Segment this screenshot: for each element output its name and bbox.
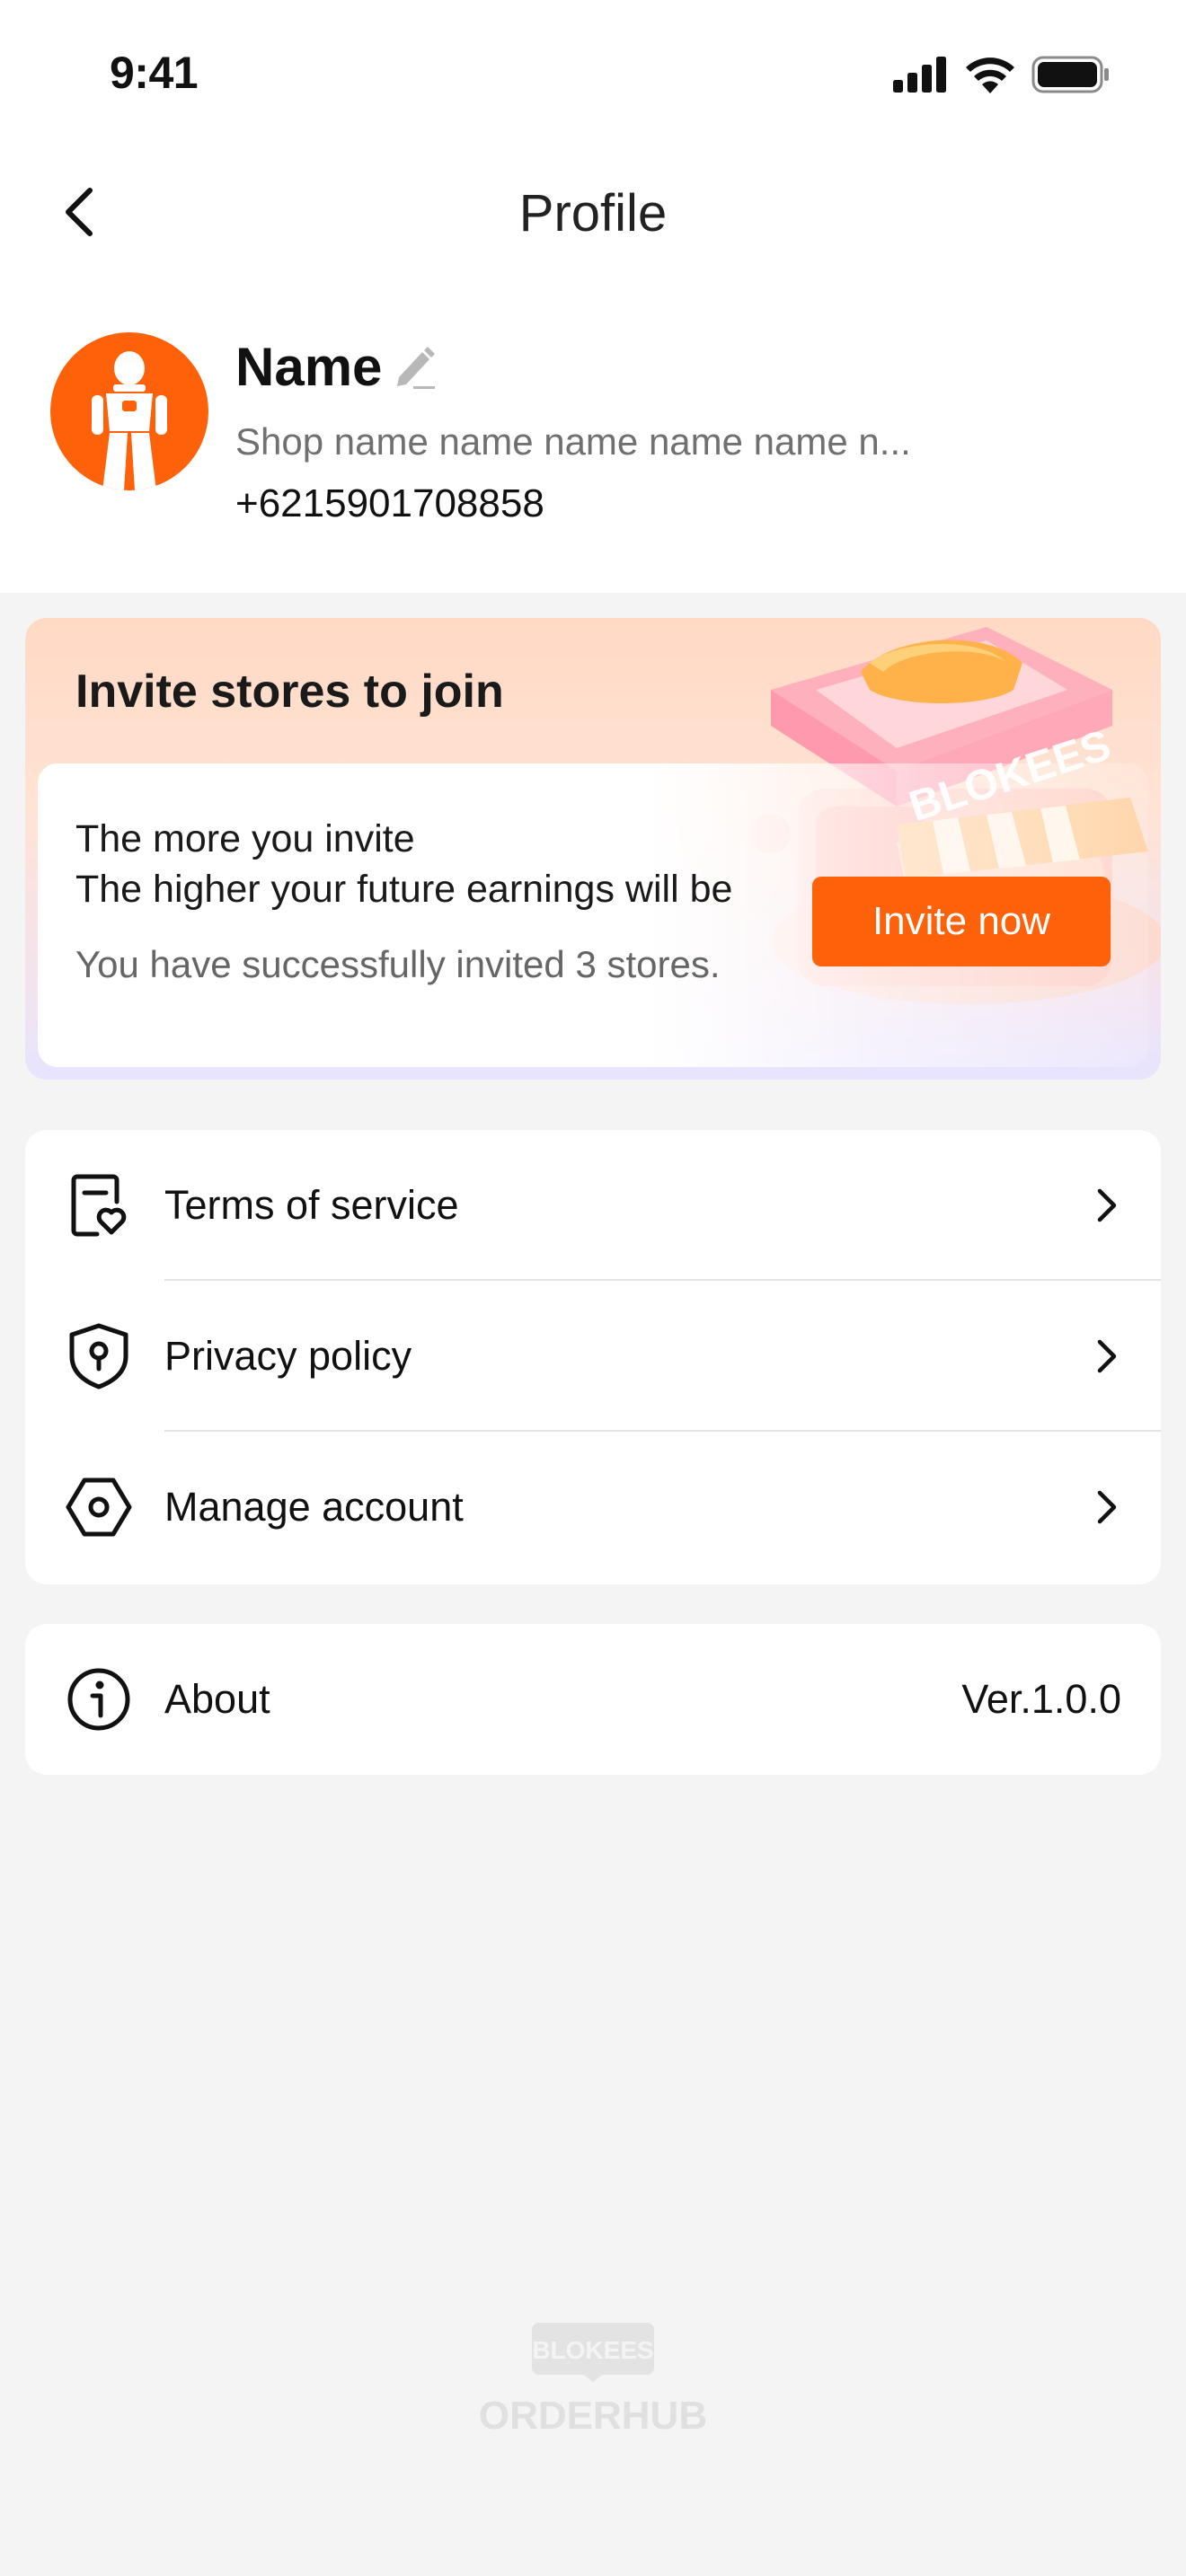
invite-card: BLOKEES Invite stores to join The more y… [25, 618, 1161, 1080]
menu-item-privacy-policy[interactable]: Privacy policy [25, 1281, 1161, 1432]
footer-brand-bottom: ORDERHUB [479, 2394, 707, 2438]
menu-item-terms-of-service[interactable]: Terms of service [25, 1130, 1161, 1281]
hexagon-settings-icon [66, 1478, 132, 1537]
shop-name: Shop name name name name name n... [235, 420, 911, 463]
invite-title: Invite stores to join [75, 666, 504, 718]
info-icon [67, 1668, 130, 1731]
battery-icon [1031, 56, 1109, 93]
invite-line-2: The higher your future earnings will be [75, 868, 733, 911]
status-time: 9:41 [110, 48, 199, 98]
menu-label: Privacy policy [164, 1333, 412, 1379]
about-row[interactable]: About Ver.1.0.0 [25, 1624, 1161, 1775]
orderhub-logo: BLOKEES ORDERHUB [479, 2323, 707, 2438]
page-title: Profile [518, 184, 668, 243]
shield-keyhole-icon [69, 1323, 128, 1389]
invite-now-button[interactable]: Invite now [812, 877, 1111, 966]
robot-figure-icon [92, 351, 167, 490]
profile-name: Name [235, 337, 383, 397]
document-heart-icon [71, 1174, 127, 1237]
edit-name-button[interactable] [392, 341, 438, 392]
settings-menu: Terms of service Privacy policy Manage a… [25, 1130, 1161, 1584]
about-label: About [164, 1676, 270, 1722]
app-version: Ver.1.0.0 [961, 1676, 1121, 1722]
phone-number: +6215901708858 [235, 481, 544, 525]
menu-item-manage-account[interactable]: Manage account [25, 1432, 1161, 1583]
cellular-signal-icon [893, 57, 946, 93]
footer-brand-top: BLOKEES [532, 2336, 653, 2364]
pencil-icon [397, 347, 435, 389]
status-icons [893, 56, 1111, 93]
wifi-icon [966, 57, 1014, 93]
invite-line-1: The more you invite [75, 817, 415, 860]
menu-label: Terms of service [164, 1182, 459, 1228]
menu-label: Manage account [164, 1484, 464, 1530]
invited-count-text: You have successfully invited 3 stores. [75, 943, 721, 985]
chevron-right-icon [1097, 1339, 1117, 1373]
avatar[interactable] [50, 332, 208, 490]
chevron-right-icon [1097, 1490, 1117, 1524]
chevron-right-icon [1097, 1188, 1117, 1222]
